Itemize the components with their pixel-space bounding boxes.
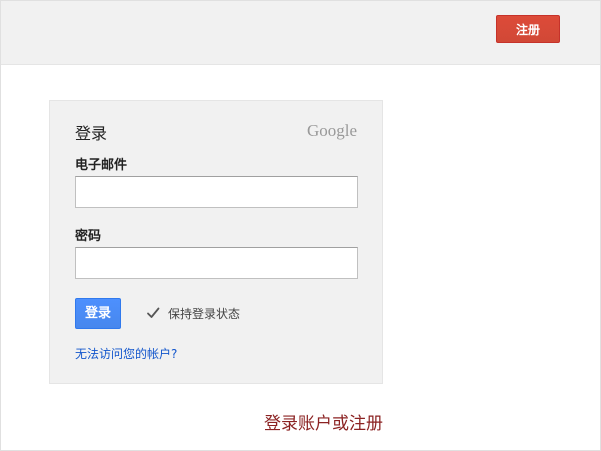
email-field[interactable] — [75, 176, 358, 208]
google-logo: Google — [307, 121, 358, 140]
login-card-title: 登录 — [75, 124, 108, 143]
password-field[interactable] — [75, 247, 358, 279]
signup-button[interactable]: 注册 — [496, 15, 560, 43]
login-card: 登录 Google 电子邮件 密码 登录 保持登录状态 无法访问您的帐户? — [49, 100, 383, 384]
remember-me-label: 保持登录状态 — [168, 307, 241, 321]
email-label: 电子邮件 — [75, 158, 128, 173]
password-label: 密码 — [75, 229, 102, 244]
account-help-link[interactable]: 无法访问您的帐户? — [75, 345, 177, 362]
remember-checkbox-check-icon[interactable] — [146, 306, 160, 320]
signin-or-signup-link[interactable]: 登录账户或注册 — [264, 409, 383, 434]
signin-button[interactable]: 登录 — [75, 298, 121, 329]
top-bar: 注册 — [1, 1, 600, 65]
